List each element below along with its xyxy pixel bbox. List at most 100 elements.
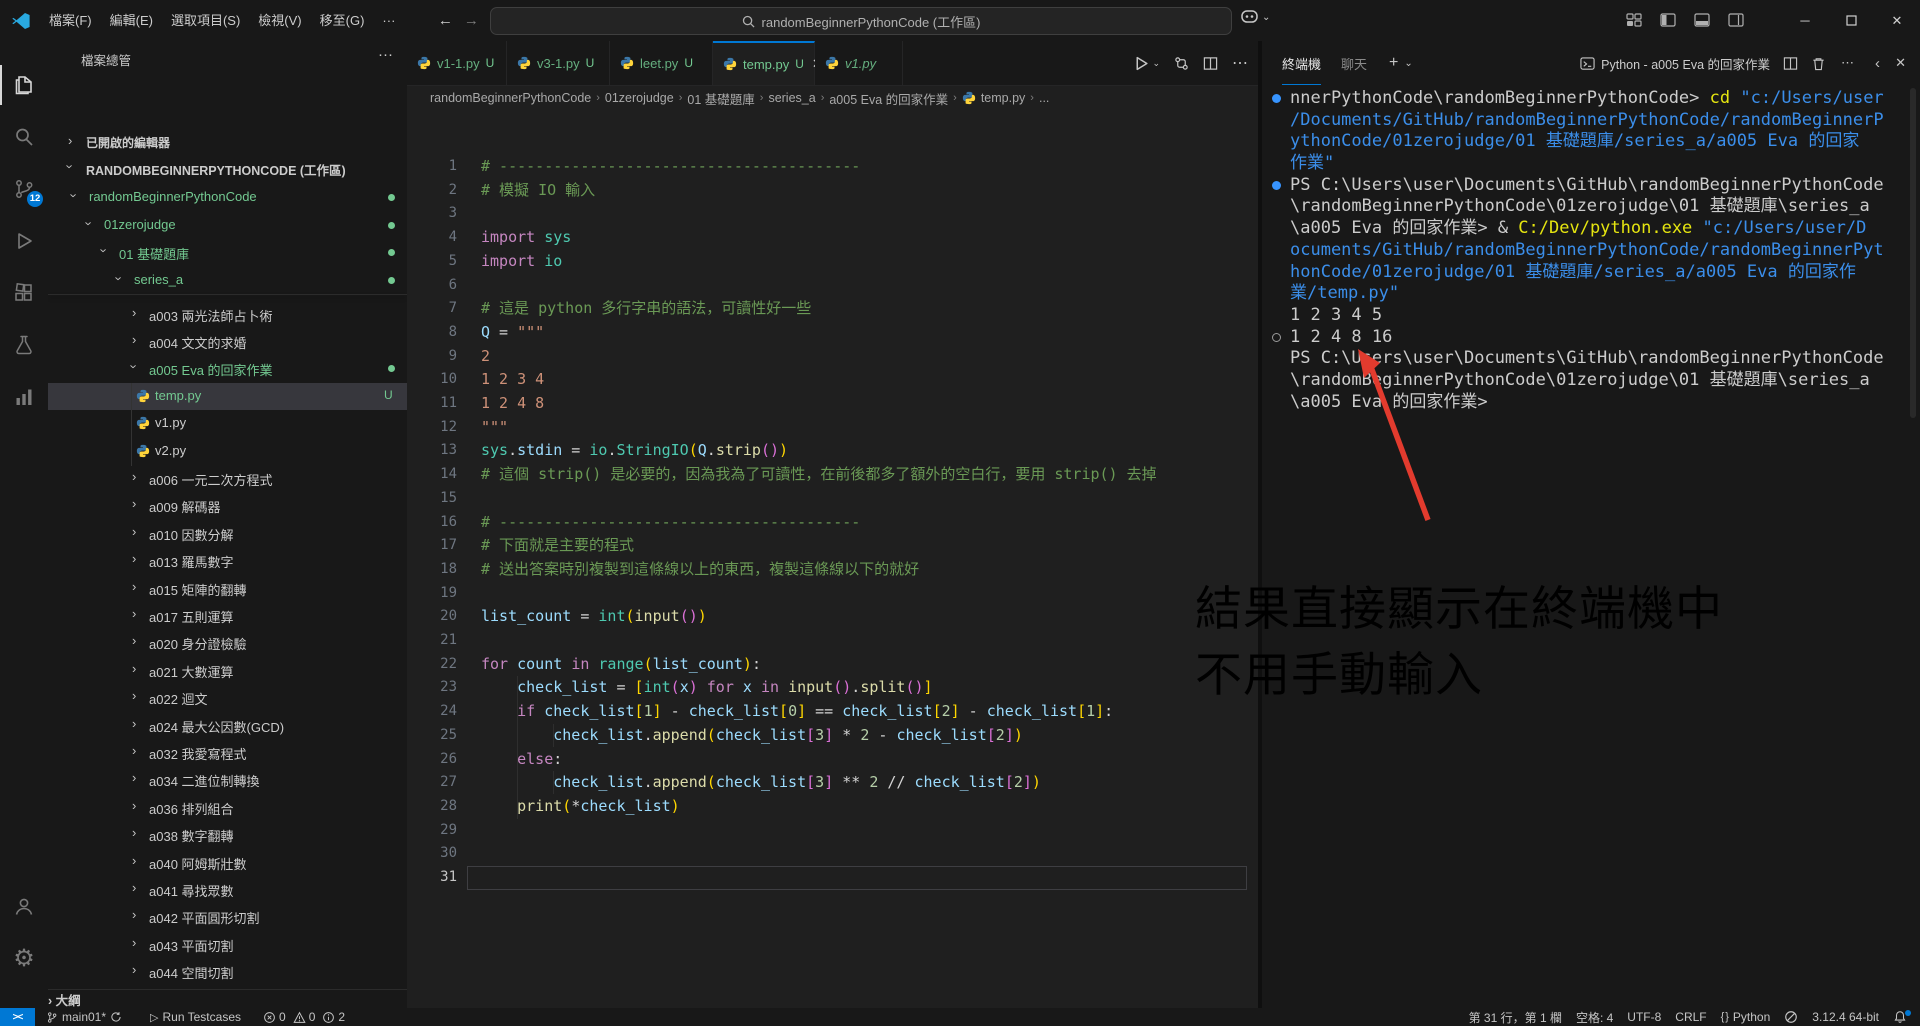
more-actions-icon[interactable]: ⋯ bbox=[1232, 53, 1248, 73]
tree-item[interactable]: ›a034 二進位制轉換 bbox=[48, 766, 407, 793]
breadcrumb-item[interactable]: a005 Eva 的回家作業 bbox=[829, 89, 948, 108]
encoding-item[interactable]: UTF-8 bbox=[1620, 1008, 1668, 1026]
kill-terminal-trash-icon[interactable] bbox=[1811, 56, 1826, 71]
tree-item[interactable]: ›a015 矩陣的翻轉 bbox=[48, 575, 407, 602]
account-icon[interactable] bbox=[0, 886, 48, 926]
forward-arrow-icon[interactable]: → bbox=[458, 12, 484, 29]
run-debug-icon[interactable] bbox=[0, 221, 48, 261]
terminal-scrollbar[interactable] bbox=[1910, 88, 1916, 418]
tree-item[interactable]: ›a044 空間切割 bbox=[48, 958, 407, 985]
settings-gear-icon[interactable]: ⚙ bbox=[0, 938, 48, 978]
tree-item[interactable]: ›a006 一元二次方程式 bbox=[48, 465, 407, 492]
breadcrumb-item[interactable]: randomBeginnerPythonCode bbox=[430, 91, 591, 105]
tab-chat[interactable]: 聊天 bbox=[1341, 41, 1367, 85]
menu-more-icon[interactable]: ··· bbox=[373, 8, 404, 34]
notifications-bell-icon[interactable] bbox=[1886, 1008, 1914, 1026]
tree-item[interactable]: temp.pyU bbox=[48, 383, 407, 410]
tree-item[interactable]: ›a022 迴文 bbox=[48, 684, 407, 711]
source-control-icon[interactable]: 12 bbox=[0, 169, 48, 209]
command-center-search[interactable]: randomBeginnerPythonCode (工作區) bbox=[490, 7, 1232, 35]
tree-item[interactable]: ›a032 我愛寫程式 bbox=[48, 739, 407, 766]
tree-item[interactable]: ›a024 最大公因數(GCD) bbox=[48, 712, 407, 739]
tree-item[interactable]: ›a020 身分證檢驗 bbox=[48, 629, 407, 656]
toggle-secondary-sidebar-icon[interactable] bbox=[1728, 12, 1744, 28]
tab-v1.py[interactable]: v1.py bbox=[815, 41, 903, 85]
back-arrow-icon[interactable]: ← bbox=[432, 12, 458, 29]
split-editor-icon[interactable] bbox=[1203, 56, 1218, 71]
close-panel-icon[interactable]: ✕ bbox=[1895, 55, 1906, 71]
tab-leet.py[interactable]: leet.pyU bbox=[610, 41, 713, 85]
breadcrumb-item[interactable]: 01zerojudge bbox=[605, 91, 674, 105]
menu-item[interactable]: 選取項目(S) bbox=[162, 8, 249, 34]
menu-item[interactable]: 移至(G) bbox=[311, 8, 374, 34]
breadcrumb-item[interactable]: 01 基礎題庫 bbox=[687, 89, 754, 108]
customize-layout-icon[interactable] bbox=[1626, 12, 1642, 28]
close-button[interactable]: ✕ bbox=[1874, 0, 1920, 41]
tree-item[interactable]: ›a017 五則運算 bbox=[48, 602, 407, 629]
toggle-panel-icon[interactable] bbox=[1694, 12, 1710, 28]
open-editors-section[interactable]: › 已開啟的編輯器 bbox=[48, 129, 407, 156]
tree-item[interactable]: ›randomBeginnerPythonCode bbox=[48, 184, 407, 211]
search-view-icon[interactable] bbox=[0, 117, 48, 157]
tree-item[interactable]: ›a042 平面圓形切割 bbox=[48, 903, 407, 930]
run-testcases-button[interactable]: ▷ Run Testcases bbox=[143, 1008, 248, 1026]
indentation-item[interactable]: 空格: 4 bbox=[1569, 1008, 1620, 1026]
new-terminal-icon[interactable]: + bbox=[1389, 54, 1398, 72]
tree-item[interactable]: ›a040 阿姆斯壯數 bbox=[48, 849, 407, 876]
tree-item[interactable]: ›a021 大數運算 bbox=[48, 657, 407, 684]
command-decoration-default-icon[interactable] bbox=[1272, 333, 1281, 342]
cursor-position-item[interactable]: 第 31 行，第 1 欄 bbox=[1462, 1008, 1569, 1026]
tree-item[interactable]: ›01 基礎題庫 bbox=[48, 239, 407, 266]
command-decoration-success-icon[interactable] bbox=[1272, 181, 1281, 190]
tab-terminal[interactable]: 終端機 bbox=[1282, 41, 1321, 85]
tree-item[interactable]: ›a038 數字翻轉 bbox=[48, 821, 407, 848]
git-branch-item[interactable]: main01* bbox=[39, 1008, 129, 1026]
blocked-status-icon[interactable] bbox=[1777, 1008, 1805, 1026]
menu-item[interactable]: 檢視(V) bbox=[249, 8, 310, 34]
breadcrumb[interactable]: randomBeginnerPythonCode›01zerojudge›01 … bbox=[430, 85, 1250, 111]
toggle-primary-sidebar-icon[interactable] bbox=[1660, 12, 1676, 28]
tree-item[interactable]: ›a003 兩光法師占卜術 bbox=[48, 301, 407, 328]
tree-item[interactable]: ›a005 Eva 的回家作業 bbox=[48, 355, 407, 382]
run-python-file-button[interactable]: ⌄ bbox=[1133, 55, 1160, 72]
breadcrumb-item[interactable]: series_a bbox=[768, 91, 815, 105]
minimize-button[interactable]: ─ bbox=[1782, 0, 1828, 41]
tab-temp.py[interactable]: temp.pyU✕ bbox=[713, 41, 815, 85]
chart-icon[interactable] bbox=[0, 377, 48, 417]
terminal-list-item[interactable]: Python - a005 Eva 的回家作業 bbox=[1580, 54, 1770, 73]
tree-item[interactable]: ›a013 羅馬數字 bbox=[48, 547, 407, 574]
breadcrumb-item[interactable]: temp.py bbox=[981, 91, 1025, 105]
panel-more-actions-icon[interactable]: ⋯ bbox=[1841, 55, 1854, 71]
problems-item[interactable]: 0 0 2 bbox=[256, 1008, 352, 1026]
language-mode-item[interactable]: { } Python bbox=[1714, 1008, 1778, 1026]
explorer-more-actions-icon[interactable]: ··· bbox=[378, 46, 393, 63]
compare-changes-icon[interactable] bbox=[1174, 56, 1189, 71]
menu-item[interactable]: 編輯(E) bbox=[101, 8, 162, 34]
tree-item[interactable]: ›01zerojudge bbox=[48, 212, 407, 239]
chevron-down-icon[interactable]: ⌄ bbox=[1404, 58, 1412, 69]
outline-section[interactable]: › 大綱 bbox=[48, 989, 407, 1008]
menu-item[interactable]: 檔案(F) bbox=[40, 8, 101, 34]
extensions-icon[interactable] bbox=[0, 273, 48, 313]
tree-item[interactable]: ›a043 平面切割 bbox=[48, 931, 407, 958]
explorer-icon[interactable] bbox=[0, 65, 48, 105]
tree-item[interactable]: v2.py bbox=[48, 438, 407, 465]
copilot-menu[interactable]: ⌄ bbox=[1240, 9, 1270, 25]
breadcrumb-item[interactable]: ... bbox=[1039, 91, 1049, 105]
tree-item[interactable]: ›a036 排列組合 bbox=[48, 794, 407, 821]
testing-flask-icon[interactable] bbox=[0, 325, 48, 365]
tree-item[interactable]: v1.py bbox=[48, 410, 407, 437]
python-version-item[interactable]: 3.12.4 64-bit bbox=[1805, 1008, 1886, 1026]
chevron-left-icon[interactable]: ‹ bbox=[1875, 55, 1880, 72]
tree-item[interactable]: ›series_a bbox=[48, 267, 407, 294]
command-decoration-success-icon[interactable] bbox=[1272, 94, 1281, 103]
remote-indicator[interactable]: >< bbox=[0, 1008, 35, 1026]
tree-item[interactable]: ›a010 因數分解 bbox=[48, 520, 407, 547]
tree-item[interactable]: ›a041 尋找眾數 bbox=[48, 876, 407, 903]
tree-item[interactable]: ›a004 文文的求婚 bbox=[48, 328, 407, 355]
tab-v1-1.py[interactable]: v1-1.pyU bbox=[407, 41, 507, 85]
workspace-root-row[interactable]: › RANDOMBEGINNERPYTHONCODE (工作區) bbox=[48, 155, 407, 182]
split-terminal-icon[interactable] bbox=[1783, 56, 1798, 71]
tab-v3-1.py[interactable]: v3-1.pyU bbox=[507, 41, 610, 85]
code-editor[interactable]: # --------------------------------------… bbox=[407, 111, 1258, 1008]
